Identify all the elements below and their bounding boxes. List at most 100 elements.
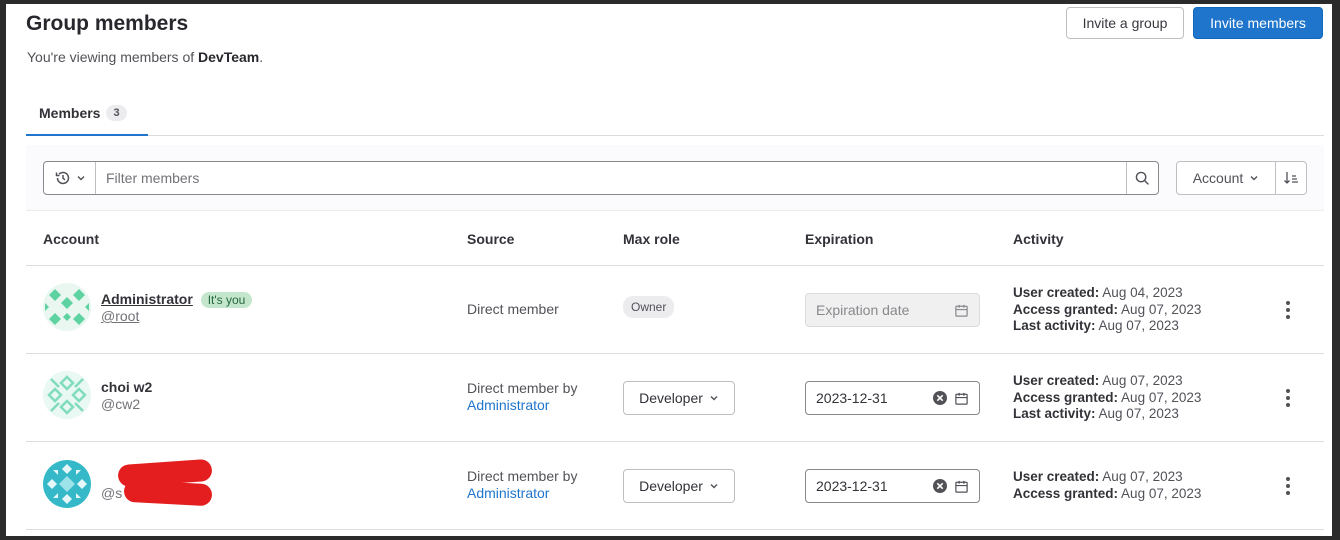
activity-value: Aug 07, 2023 <box>1118 485 1202 501</box>
expiration-date-value: 2023-12-31 <box>816 390 888 406</box>
max-role: Developer <box>623 381 735 415</box>
expiration-date-field[interactable]: 2023-12-31 <box>805 469 980 503</box>
avatar[interactable] <box>43 283 91 331</box>
activity-value: Aug 07, 2023 <box>1118 389 1202 405</box>
activity-line: Access granted: Aug 07, 2023 <box>1013 390 1201 407</box>
column-header-activity: Activity <box>1013 231 1064 247</box>
member-username[interactable]: @s <box>101 485 122 501</box>
table-row: Administrator It's you @root Direct memb… <box>26 266 1324 354</box>
tabs-bar: Members 3 <box>26 92 1324 136</box>
sort-direction-button[interactable] <box>1276 162 1306 194</box>
activity-label: User created: <box>1013 469 1100 484</box>
expiration-cell: 2023-12-31 <box>805 381 980 415</box>
activity-value: Aug 07, 2023 <box>1095 318 1179 333</box>
max-role: Owner <box>623 296 675 318</box>
invite-group-button[interactable]: Invite a group <box>1066 7 1184 39</box>
member-name[interactable]: choi w2 <box>101 379 152 395</box>
column-header-max-role: Max role <box>623 231 680 247</box>
activity-info: User created: Aug 04, 2023 Access grante… <box>1013 285 1201 335</box>
expiration-date-field[interactable]: 2023-12-31 <box>805 381 980 415</box>
activity-label: Access granted: <box>1013 485 1119 501</box>
tab-members-label: Members <box>39 105 101 121</box>
member-info: Administrator It's you @root <box>101 291 253 324</box>
activity-line: Access granted: Aug 07, 2023 <box>1013 486 1201 503</box>
redaction-mark <box>123 479 213 507</box>
role-dropdown[interactable]: Developer <box>623 381 735 415</box>
member-username[interactable]: @cw2 <box>101 396 152 412</box>
role-dropdown-value: Developer <box>639 478 703 494</box>
sort-group: Account <box>1176 161 1307 195</box>
column-header-source: Source <box>467 231 515 247</box>
source-by-link[interactable]: Administrator <box>467 485 577 502</box>
member-info: choi w2 @cw2 <box>101 379 152 412</box>
table-row: @s Direct member by Administrator Develo… <box>26 442 1324 530</box>
search-button[interactable] <box>1126 162 1158 194</box>
clear-icon[interactable] <box>932 390 948 406</box>
activity-line: User created: Aug 07, 2023 <box>1013 373 1201 390</box>
history-icon <box>55 171 69 185</box>
role-badge-owner: Owner <box>623 296 675 318</box>
activity-label: Last activity: <box>1013 318 1096 333</box>
page-subtitle: You're viewing members of DevTeam. <box>27 49 263 65</box>
recent-searches-dropdown[interactable] <box>44 162 96 194</box>
invite-members-button[interactable]: Invite members <box>1193 7 1323 39</box>
member-name-link[interactable]: Administrator <box>101 291 193 307</box>
more-actions-button[interactable] <box>1280 298 1296 322</box>
clear-icon[interactable] <box>932 478 948 494</box>
sort-field-dropdown[interactable]: Account <box>1177 162 1276 194</box>
chevron-down-icon <box>77 176 84 181</box>
activity-value: Aug 07, 2023 <box>1118 301 1202 317</box>
expiration-date-value: 2023-12-31 <box>816 478 888 494</box>
calendar-icon[interactable] <box>954 479 969 494</box>
activity-value: Aug 07, 2023 <box>1095 406 1179 421</box>
search-icon <box>1135 171 1149 185</box>
sort-ascending-icon <box>1284 172 1298 184</box>
activity-value: Aug 07, 2023 <box>1099 469 1183 484</box>
expiration-cell: 2023-12-31 <box>805 469 980 503</box>
kebab-icon <box>1286 477 1290 481</box>
members-table: Account Source Max role Expiration Activ… <box>26 214 1324 530</box>
source-text: Direct member by <box>467 468 578 484</box>
members-count-badge: 3 <box>106 105 127 121</box>
subtitle-prefix: You're viewing members of <box>27 49 199 65</box>
filter-bar: Account <box>26 145 1324 211</box>
sort-field-label: Account <box>1192 170 1244 186</box>
group-name: DevTeam <box>198 49 260 65</box>
chevron-down-icon <box>710 484 718 489</box>
avatar[interactable] <box>43 460 91 508</box>
filter-members-input[interactable] <box>96 162 1126 194</box>
activity-value: Aug 07, 2023 <box>1099 373 1183 388</box>
filter-group <box>43 161 1159 195</box>
role-dropdown-value: Developer <box>639 390 703 406</box>
table-header: Account Source Max role Expiration Activ… <box>26 214 1324 266</box>
expiration-cell: Expiration date <box>805 293 980 327</box>
more-actions-button[interactable] <box>1280 474 1296 498</box>
source-by-link[interactable]: Administrator <box>467 397 577 414</box>
page-title: Group members <box>26 12 189 35</box>
kebab-icon <box>1286 301 1290 305</box>
expiration-date-field: Expiration date <box>805 293 980 327</box>
member-username[interactable]: @root <box>101 308 252 324</box>
activity-label: Access granted: <box>1013 301 1119 317</box>
activity-label: Last activity: <box>1013 406 1096 421</box>
column-header-account: Account <box>43 231 99 247</box>
calendar-icon[interactable] <box>954 391 969 406</box>
member-source: Direct member by Administrator <box>467 468 577 502</box>
source-text: Direct member <box>467 301 559 317</box>
calendar-icon <box>955 304 968 317</box>
tab-members[interactable]: Members 3 <box>26 92 148 136</box>
activity-label: Access granted: <box>1013 389 1119 405</box>
activity-label: User created: <box>1013 373 1100 388</box>
avatar[interactable] <box>43 371 91 419</box>
subtitle-suffix: . <box>259 49 264 65</box>
activity-line: Last activity: Aug 07, 2023 <box>1013 406 1201 423</box>
kebab-icon <box>1286 389 1290 393</box>
more-actions-button[interactable] <box>1280 386 1296 410</box>
table-row: choi w2 @cw2 Direct member by Administra… <box>26 354 1324 442</box>
activity-info: User created: Aug 07, 2023 Access grante… <box>1013 469 1201 502</box>
member-source: Direct member by Administrator <box>467 380 577 414</box>
role-dropdown[interactable]: Developer <box>623 469 735 503</box>
max-role: Developer <box>623 469 735 503</box>
expiration-placeholder: Expiration date <box>816 302 910 318</box>
activity-info: User created: Aug 07, 2023 Access grante… <box>1013 373 1201 423</box>
